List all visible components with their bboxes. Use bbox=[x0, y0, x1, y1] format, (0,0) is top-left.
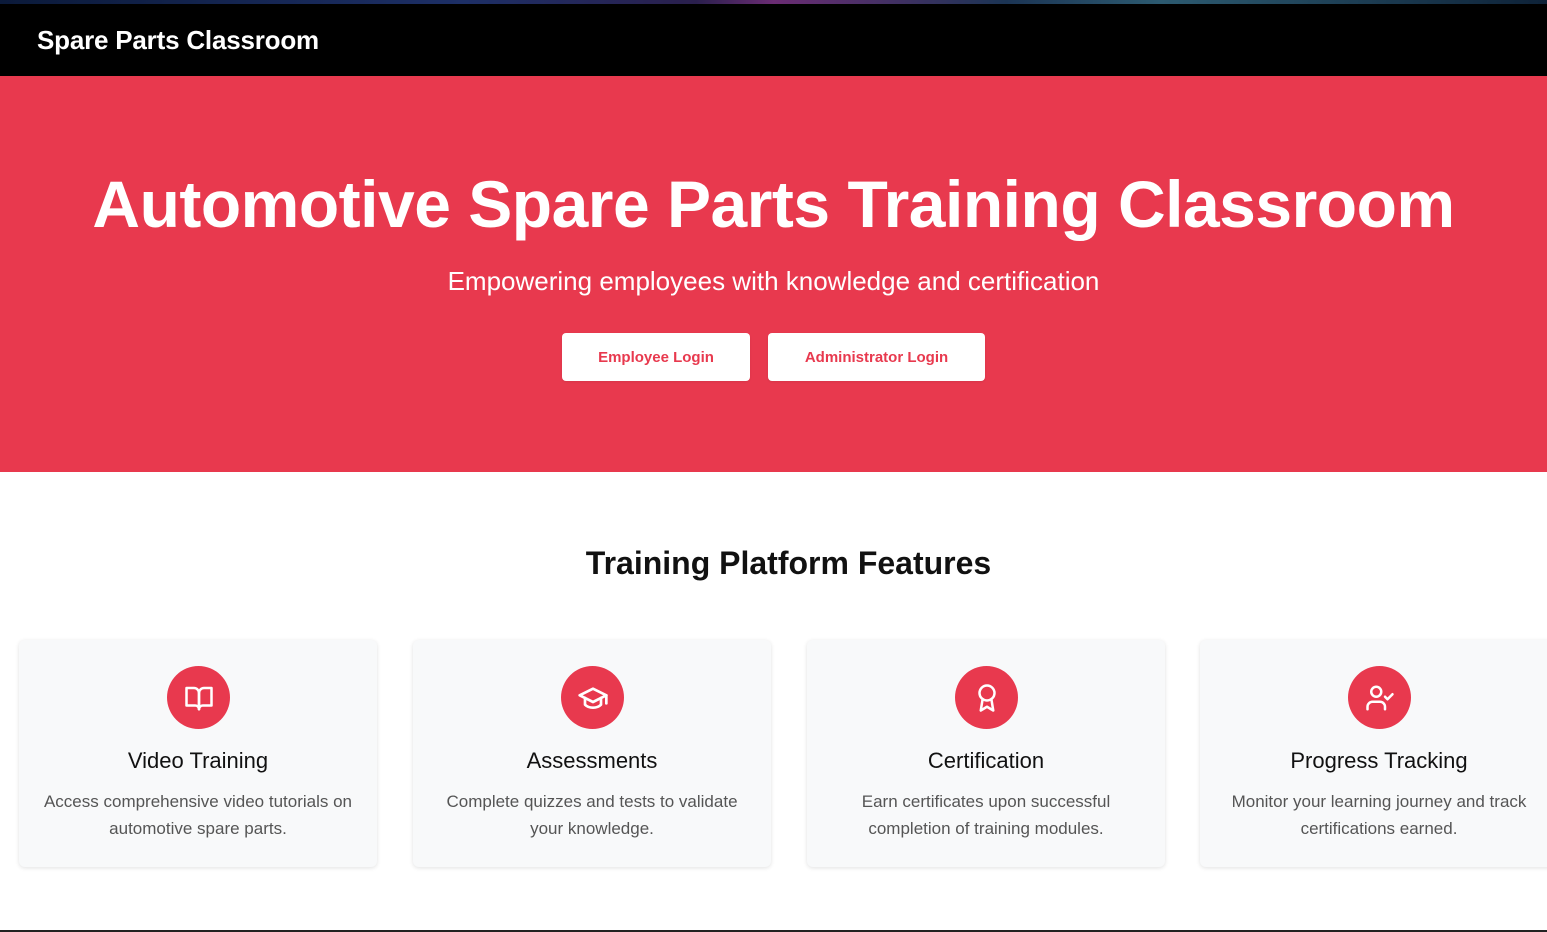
feature-title: Assessments bbox=[526, 748, 658, 773]
hero-subtitle: Empowering employees with knowledge and … bbox=[447, 266, 1100, 296]
hero-buttons: Employee Login Administrator Login bbox=[0, 333, 1547, 381]
feature-description: Access comprehensive video tutorials on … bbox=[43, 792, 353, 838]
navbar: Spare Parts Classroom bbox=[0, 4, 1547, 76]
feature-card-video-training: Video Training Access comprehensive vide… bbox=[19, 640, 377, 867]
employee-login-button[interactable]: Employee Login bbox=[562, 333, 750, 381]
feature-title: Progress Tracking bbox=[1290, 748, 1468, 773]
feature-card-assessments: Assessments Complete quizzes and tests t… bbox=[413, 640, 771, 867]
award-icon bbox=[955, 666, 1018, 729]
feature-card-progress-tracking: Progress Tracking Monitor your learning … bbox=[1200, 640, 1547, 867]
graduation-cap-icon bbox=[561, 666, 624, 729]
feature-card-certification: Certification Earn certificates upon suc… bbox=[807, 640, 1165, 867]
feature-title: Video Training bbox=[127, 748, 269, 773]
administrator-login-button[interactable]: Administrator Login bbox=[768, 333, 985, 381]
brand-logo[interactable]: Spare Parts Classroom bbox=[37, 25, 319, 56]
feature-description: Monitor your learning journey and track … bbox=[1231, 792, 1527, 838]
user-check-icon bbox=[1348, 666, 1411, 729]
feature-description: Earn certificates upon successful comple… bbox=[861, 792, 1111, 838]
hero-section: Automotive Spare Parts Training Classroo… bbox=[0, 76, 1547, 472]
hero-title: Automotive Spare Parts Training Classroo… bbox=[92, 167, 1455, 241]
features-title: Training Platform Features bbox=[585, 545, 992, 581]
feature-title: Certification bbox=[927, 748, 1045, 773]
book-open-icon bbox=[167, 666, 230, 729]
feature-description: Complete quizzes and tests to validate y… bbox=[446, 792, 738, 838]
